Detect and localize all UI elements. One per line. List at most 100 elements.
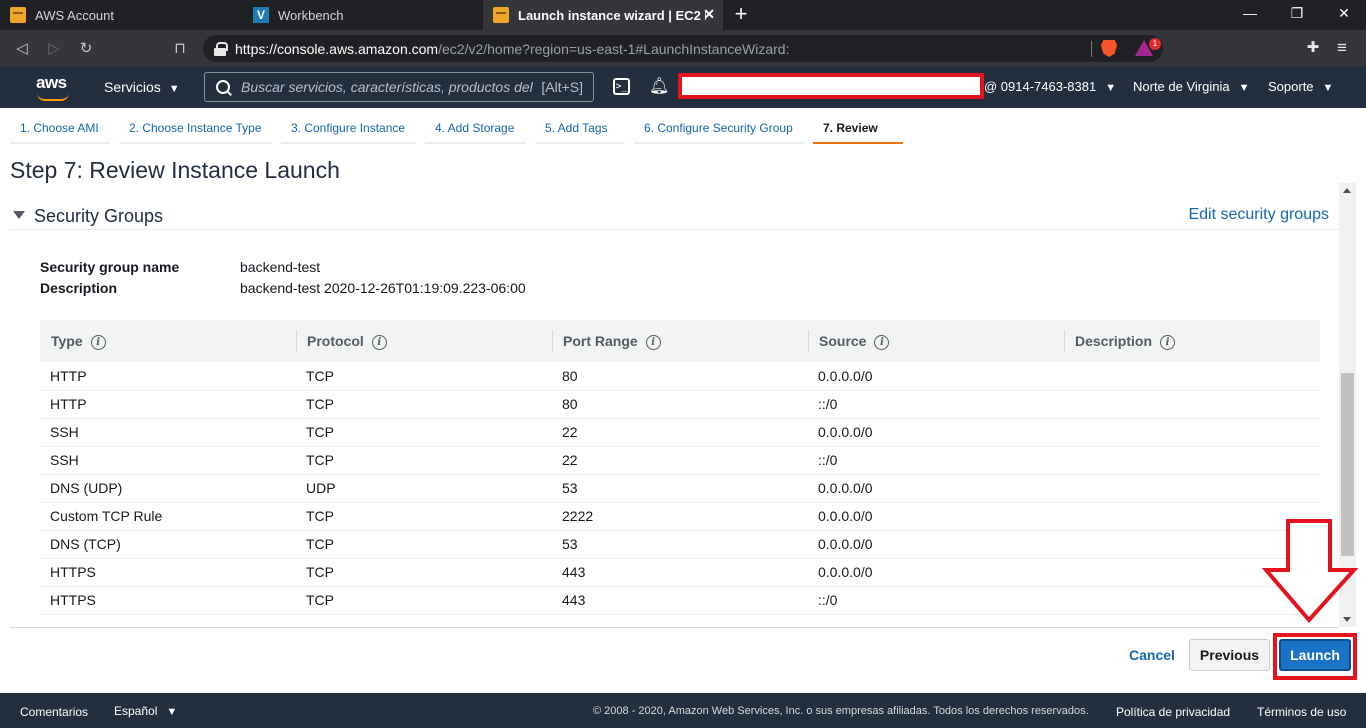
inbound-rules-table: Type i Protocol i Port Range i Source i Desc… (40, 320, 1320, 615)
column-header-source[interactable]: Source i (808, 320, 1064, 362)
cell-type: HTTPS (40, 558, 296, 587)
aws-logo[interactable]: aws (36, 73, 72, 101)
cell-protocol: TCP (296, 530, 552, 559)
forward-icon[interactable]: ▷ (44, 39, 64, 59)
collapse-triangle-icon[interactable] (13, 211, 25, 219)
cloudshell-icon[interactable]: >_ (613, 78, 630, 95)
column-label: Protocol (307, 332, 364, 349)
cancel-button[interactable]: Cancel (1120, 640, 1184, 670)
cell-port-range: 53 (552, 474, 808, 503)
aws-box-icon (493, 7, 509, 23)
wizard-step-add-storage[interactable]: 4. Add Storage (425, 114, 526, 144)
info-icon[interactable]: i (90, 334, 106, 350)
column-header-description[interactable]: Description i (1064, 320, 1320, 362)
aws-logo-text: aws (36, 73, 67, 92)
wizard-step-add-tags[interactable]: 5. Add Tags (535, 114, 625, 144)
cell-type: HTTP (40, 362, 296, 391)
service-search[interactable]: [Alt+S] (204, 72, 594, 102)
url-host: https://console.aws.amazon.com (235, 40, 439, 57)
feedback-link[interactable]: Comentarios (20, 705, 88, 719)
aws-box-icon (10, 7, 26, 23)
info-icon[interactable]: i (1160, 334, 1176, 350)
scroll-up-arrow-icon[interactable] (1343, 188, 1351, 193)
account-menu[interactable]: @ 0914-7463-8381 ▼ (984, 79, 1116, 94)
address-bar[interactable]: https://console.aws.amazon.com/ec2/v2/ho… (203, 35, 1163, 62)
language-selector[interactable]: Español ▼ (114, 704, 177, 718)
table-row: HTTPS TCP 443 ::/0 (40, 586, 1320, 615)
search-icon (216, 79, 231, 95)
copyright-text: © 2008 - 2020, Amazon Web Services, Inc.… (593, 705, 1089, 717)
wizard-step-review[interactable]: 7. Review (813, 114, 903, 144)
cell-protocol: TCP (296, 390, 552, 419)
wizard-step-choose-ami[interactable]: 1. Choose AMI (10, 114, 110, 144)
services-menu[interactable]: Servicios ▼ (104, 79, 180, 95)
column-header-protocol[interactable]: Protocol i (296, 320, 552, 362)
launch-button[interactable]: Launch (1279, 639, 1351, 671)
edit-security-groups-link[interactable]: Edit security groups (1188, 206, 1329, 224)
privacy-link[interactable]: Política de privacidad (1116, 705, 1230, 719)
info-icon[interactable]: i (645, 334, 661, 350)
browser-menu-icon[interactable]: ≡ (1334, 38, 1350, 58)
extensions-icon[interactable]: ✚ (1304, 39, 1322, 57)
previous-button[interactable]: Previous (1189, 639, 1270, 671)
support-menu[interactable]: Soporte ▼ (1268, 79, 1333, 94)
info-icon[interactable]: i (874, 334, 890, 350)
wizard-step-instance-type[interactable]: 2. Choose Instance Type (119, 114, 272, 144)
aws-console-nav: aws Servicios ▼ [Alt+S] >_ 🔔︎ @ 0914-7463… (0, 67, 1366, 108)
table-row: DNS (UDP) UDP 53 0.0.0.0/0 (40, 474, 1320, 503)
red-arrow-annotation (1262, 519, 1358, 624)
url-text[interactable]: https://console.aws.amazon.com/ec2/v2/ho… (235, 41, 789, 57)
caret-down-icon: ▼ (168, 83, 180, 95)
review-panel: Security Groups Edit security groups Sec… (10, 190, 1339, 628)
browser-toolbar: ◁ ▷ ↻ ⊓ https://console.aws.amazon.com/e… (0, 30, 1366, 67)
rewards-badge: 1 (1149, 38, 1161, 50)
minimize-window-icon[interactable]: — (1240, 5, 1260, 21)
aws-smile-icon (37, 93, 69, 101)
brave-shields-icon[interactable] (1101, 40, 1117, 57)
cell-description (1064, 446, 1320, 475)
wizard-step-security-group[interactable]: 6. Configure Security Group (634, 114, 804, 144)
browser-tab-workbench[interactable]: V Workbench (243, 0, 483, 30)
table-row: HTTPS TCP 443 0.0.0.0/0 (40, 558, 1320, 587)
account-id: @ 0914-7463-8381 (984, 79, 1097, 94)
language-label: Español (114, 704, 158, 718)
caret-down-icon: ▼ (1322, 82, 1334, 94)
column-label: Type (51, 332, 83, 349)
back-icon[interactable]: ◁ (12, 39, 32, 59)
table-row: SSH TCP 22 ::/0 (40, 446, 1320, 475)
browser-tab-launch-wizard[interactable]: Launch instance wizard | EC2 Man ✕ (483, 0, 723, 30)
search-input[interactable] (241, 75, 542, 99)
close-window-icon[interactable]: ✕ (1334, 5, 1354, 22)
cell-protocol: TCP (296, 502, 552, 531)
search-shortcut-hint: [Alt+S] (541, 79, 583, 95)
column-label: Source (819, 332, 867, 349)
reload-icon[interactable]: ↻ (76, 39, 96, 59)
wizard-steps: 1. Choose AMI 2. Choose Instance Type 3.… (0, 108, 1366, 146)
info-icon[interactable]: i (371, 334, 387, 350)
table-row: SSH TCP 22 0.0.0.0/0 (40, 418, 1320, 447)
section-title[interactable]: Security Groups (34, 206, 163, 227)
cell-description (1064, 390, 1320, 419)
cell-port-range: 2222 (552, 502, 808, 531)
notifications-bell-icon[interactable]: 🔔︎ (649, 77, 669, 97)
page-title: Step 7: Review Instance Launch (10, 157, 340, 183)
table-row: DNS (TCP) TCP 53 0.0.0.0/0 (40, 530, 1320, 559)
browser-tab-aws-account[interactable]: AWS Account (0, 0, 243, 30)
region-label: Norte de Virginia (1133, 79, 1230, 94)
tab-title: Workbench (278, 7, 344, 23)
wizard-step-configure-instance[interactable]: 3. Configure Instance (281, 114, 416, 144)
close-tab-icon[interactable]: ✕ (703, 6, 715, 23)
column-header-type[interactable]: Type i (40, 320, 296, 362)
omnibox-divider (1091, 41, 1092, 57)
caret-down-icon: ▼ (1105, 82, 1117, 94)
column-header-port-range[interactable]: Port Range i (552, 320, 808, 362)
cell-description (1064, 362, 1320, 391)
bookmark-icon[interactable]: ⊓ (170, 39, 190, 59)
cell-source: ::/0 (808, 586, 1064, 615)
cell-source: 0.0.0.0/0 (808, 474, 1064, 503)
terms-link[interactable]: Términos de uso (1257, 705, 1346, 719)
region-menu[interactable]: Norte de Virginia ▼ (1133, 79, 1249, 94)
new-tab-button[interactable]: + (730, 3, 752, 25)
maximize-window-icon[interactable]: ❐ (1287, 5, 1307, 22)
cell-port-range: 22 (552, 418, 808, 447)
